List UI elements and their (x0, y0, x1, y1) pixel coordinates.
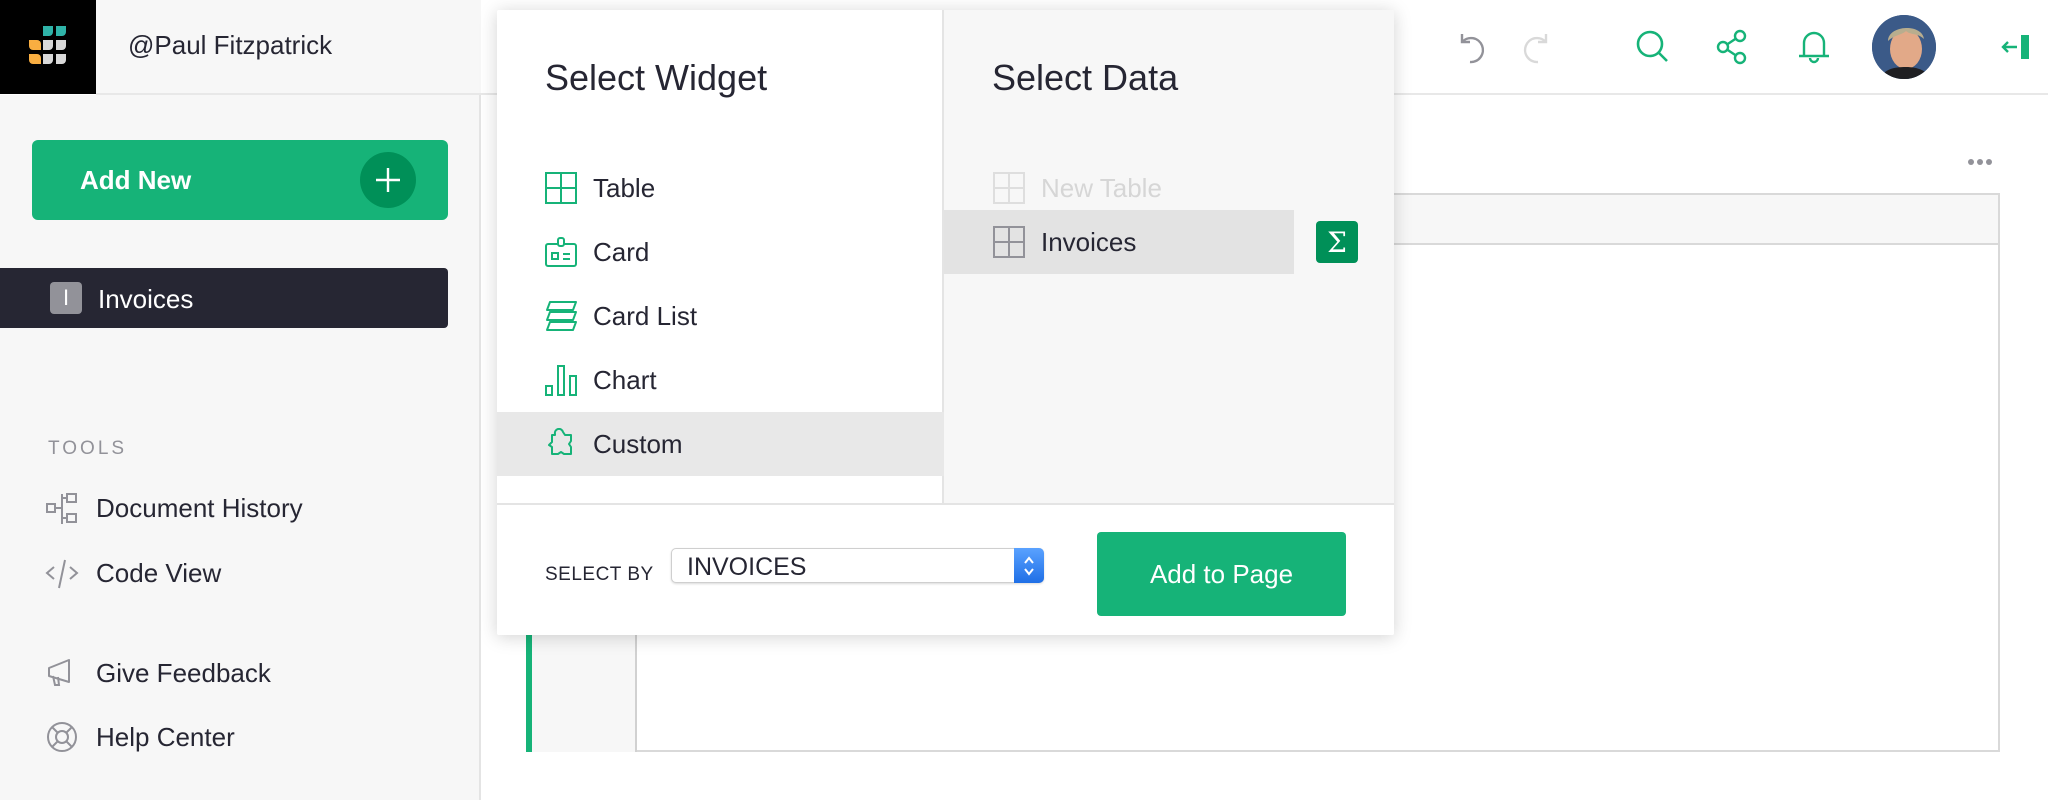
table-icon (992, 171, 1026, 205)
redo-button[interactable] (1516, 27, 1556, 67)
updown-chevron-icon (1014, 548, 1044, 583)
collapse-panel-button[interactable] (1996, 27, 2036, 67)
dot-icon (1968, 159, 1974, 165)
tool-document-history[interactable]: Document History (44, 484, 444, 532)
logo-icon (29, 26, 66, 64)
avatar-photo (1872, 15, 1936, 79)
dialog-footer: SELECT BY INVOICES Add to Page (497, 503, 1394, 635)
data-label: Invoices (1041, 226, 1137, 257)
bell-icon (1799, 31, 1829, 64)
undo-button[interactable] (1452, 27, 1492, 67)
undo-icon (1460, 34, 1485, 64)
widget-label: Table (593, 172, 656, 203)
card-widget-icon (544, 235, 578, 269)
data-label: New Table (1041, 172, 1162, 203)
code-view-icon (44, 555, 80, 591)
add-to-page-button[interactable]: Add to Page (1097, 532, 1346, 616)
data-option-invoices[interactable]: Invoices (944, 210, 1294, 274)
add-new-button[interactable]: Add New (32, 140, 448, 220)
search-button[interactable] (1633, 27, 1673, 67)
widget-label: Card (593, 236, 650, 267)
table-widget-icon (544, 171, 578, 205)
select-by-label: SELECT BY (545, 564, 654, 585)
share-icon (1716, 29, 1747, 65)
notifications-button[interactable] (1794, 27, 1834, 67)
dot-icon (1986, 159, 1992, 165)
tool-label: Code View (96, 557, 222, 588)
widget-option-chart[interactable]: Chart (497, 348, 944, 412)
widget-label: Custom (593, 428, 683, 459)
select-data-title: Select Data (992, 57, 1179, 98)
app-logo[interactable] (0, 0, 96, 94)
widget-option-table[interactable]: Table (497, 156, 944, 220)
select-by-dropdown[interactable]: INVOICES (671, 548, 1044, 583)
help-give-feedback[interactable]: Give Feedback (44, 649, 444, 697)
select-widget-title: Select Widget (545, 57, 768, 98)
search-icon (1636, 30, 1668, 62)
redo-icon (1523, 34, 1548, 64)
tool-code-view[interactable]: Code View (44, 549, 444, 597)
chart-widget-icon (544, 363, 578, 397)
document-history-icon (44, 490, 80, 526)
tools-section-header: TOOLS (48, 438, 128, 459)
widget-label: Chart (593, 364, 657, 395)
widget-option-card[interactable]: Card (497, 220, 944, 284)
widget-option-custom[interactable]: Custom (497, 412, 944, 476)
sigma-icon: Σ (1327, 225, 1347, 259)
user-avatar[interactable] (1872, 15, 1936, 79)
exit-panel-icon (2001, 35, 2029, 59)
section-more-menu[interactable] (1960, 150, 2000, 174)
table-icon (992, 225, 1026, 259)
share-button[interactable] (1712, 27, 1752, 67)
summary-table-button[interactable]: Σ (1316, 221, 1358, 263)
lifebuoy-icon (44, 719, 80, 755)
page-initial-badge: I (50, 282, 82, 314)
select-widget-panel: Select Widget Table Card Card List Chart (497, 10, 944, 503)
page-label: Invoices (98, 284, 194, 314)
help-help-center[interactable]: Help Center (44, 713, 444, 761)
widget-option-card-list[interactable]: Card List (497, 284, 944, 348)
widget-label: Card List (593, 300, 698, 331)
add-widget-dialog: Select Widget Table Card Card List Chart (497, 10, 1394, 635)
select-by-value: INVOICES (687, 553, 807, 581)
doc-owner[interactable]: @Paul Fitzpatrick (128, 30, 332, 61)
tool-label: Document History (96, 492, 303, 523)
sidebar-page-invoices[interactable]: I Invoices (0, 268, 448, 328)
add-new-label: Add New (80, 165, 192, 195)
plus-icon (360, 152, 416, 208)
megaphone-icon (44, 655, 80, 691)
dot-icon (1977, 159, 1983, 165)
card-list-widget-icon (544, 299, 578, 333)
custom-widget-icon (544, 427, 578, 461)
help-label: Give Feedback (96, 657, 271, 688)
help-label: Help Center (96, 721, 235, 752)
